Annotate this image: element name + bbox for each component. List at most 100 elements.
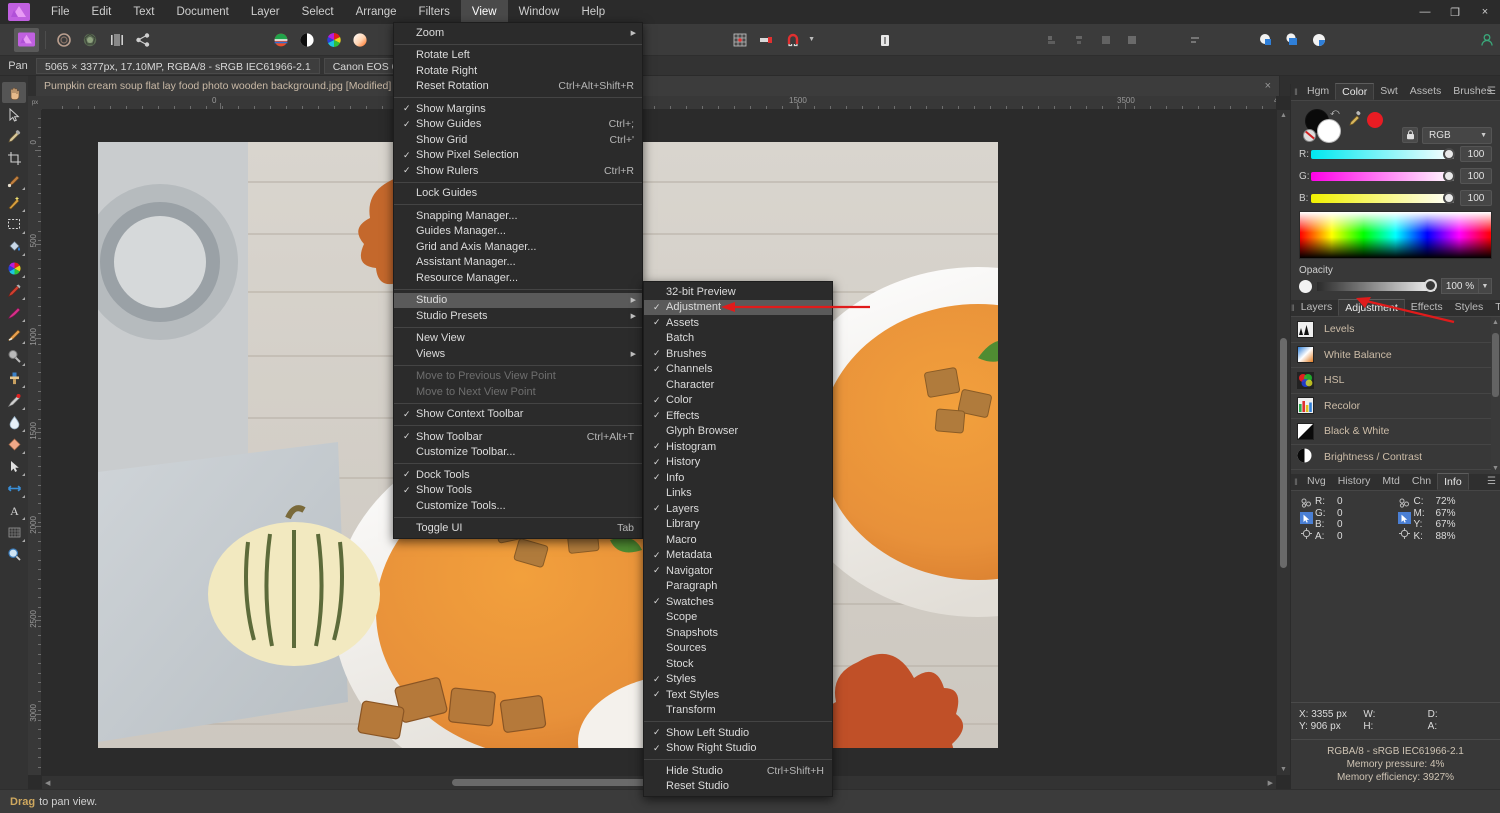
add-shape-icon[interactable] <box>1254 28 1278 52</box>
menu-text[interactable]: Text <box>122 0 165 24</box>
menu-item-reset-rotation[interactable]: Reset Rotation Ctrl+Alt+Shift+R <box>394 79 642 95</box>
panel-grip-icon-3[interactable]: ‖ <box>1291 474 1301 490</box>
target-icon-2[interactable] <box>1398 527 1411 539</box>
intersect-shape-icon[interactable] <box>1307 28 1331 52</box>
menu-item-resource-manager[interactable]: Resource Manager... <box>394 270 642 286</box>
paint-mixer-tool[interactable] <box>2 302 26 323</box>
menu-item-snapshots[interactable]: Snapshots <box>644 625 832 641</box>
dodge-brush-tool[interactable] <box>2 346 26 367</box>
magnet-snap-icon[interactable] <box>780 28 804 52</box>
menu-filters[interactable]: Filters <box>408 0 461 24</box>
channel-g-value[interactable]: 100 <box>1460 168 1492 184</box>
opacity-value[interactable]: 100 % <box>1441 278 1479 294</box>
tab-navigator[interactable]: Nvg <box>1301 473 1332 490</box>
adjustment-levels[interactable]: Levels <box>1291 317 1500 343</box>
channel-b-value[interactable]: 100 <box>1460 190 1492 206</box>
tab-color[interactable]: Color <box>1335 83 1375 100</box>
vertical-scroll-thumb[interactable] <box>1280 338 1287 568</box>
menu-item-effects[interactable]: ✓ Effects <box>644 408 832 424</box>
menu-item-show-tools[interactable]: ✓ Show Tools <box>394 483 642 499</box>
menu-item-adjustment[interactable]: ✓ Adjustment <box>644 299 832 315</box>
subtract-shape-icon[interactable] <box>1280 28 1304 52</box>
scroll-up-icon[interactable]: ▲ <box>1492 319 1499 326</box>
menu-item-guides-manager[interactable]: Guides Manager... <box>394 224 642 240</box>
menu-item-studio[interactable]: Studio ▶ <box>394 292 642 308</box>
menu-item-show-pixel-selection[interactable]: ✓ Show Pixel Selection <box>394 148 642 164</box>
menu-item-assistant-manager[interactable]: Assistant Manager... <box>394 255 642 271</box>
menu-item-swatches[interactable]: ✓ Swatches <box>644 594 832 610</box>
menu-item-brushes[interactable]: ✓ Brushes <box>644 346 832 362</box>
menu-item-text-styles[interactable]: ✓ Text Styles <box>644 687 832 703</box>
menu-item-scope[interactable]: Scope <box>644 610 832 626</box>
channel-g-slider[interactable] <box>1311 169 1455 182</box>
close-button[interactable]: × <box>1470 0 1500 24</box>
menu-item-character[interactable]: Character <box>644 377 832 393</box>
crop-tool[interactable] <box>2 148 26 169</box>
channel-r-slider[interactable] <box>1311 147 1455 160</box>
tab-metadata[interactable]: Mtd <box>1376 473 1406 490</box>
contrast-icon[interactable] <box>295 28 319 52</box>
erase-brush-tool[interactable] <box>2 324 26 345</box>
menu-item-dock-tools[interactable]: ✓ Dock Tools <box>394 467 642 483</box>
vertical-ruler[interactable]: 0500100015002000250030003500 <box>28 110 42 775</box>
no-color-swatch[interactable] <box>1303 129 1316 142</box>
vertical-scrollbar[interactable]: ▲ ▼ <box>1277 110 1290 775</box>
menu-item-show-grid[interactable]: Show Grid Ctrl+' <box>394 132 642 148</box>
sampler-icon-1[interactable] <box>1300 497 1313 509</box>
adjustment-recolor[interactable]: Recolor <box>1291 394 1500 419</box>
menu-item-show-left-studio[interactable]: ✓ Show Left Studio <box>644 725 832 741</box>
menu-item-toggle-ui[interactable]: Toggle UI Tab <box>394 521 642 537</box>
distribute-icon[interactable] <box>1184 28 1208 52</box>
tab-histogram[interactable]: Hgm <box>1301 83 1335 100</box>
menu-layer[interactable]: Layer <box>240 0 291 24</box>
tone-mapping-persona-icon[interactable] <box>105 28 129 52</box>
opacity-slider[interactable] <box>1317 278 1437 292</box>
view-dropdown-menu[interactable]: Zoom ▶ Rotate Left Rotate Right Reset Rotati… <box>393 22 643 539</box>
gradient-icon[interactable] <box>348 28 372 52</box>
menu-item-assets[interactable]: ✓ Assets <box>644 315 832 331</box>
grid-snap-icon[interactable] <box>728 28 752 52</box>
menu-item-hide-studio[interactable]: Hide Studio Ctrl+Shift+H <box>644 763 832 779</box>
marquee-tool[interactable] <box>2 214 26 235</box>
adjustment-hsl[interactable]: HSL <box>1291 368 1500 394</box>
liquify-persona-icon[interactable] <box>52 28 76 52</box>
tab-styles[interactable]: Styles <box>1449 299 1490 316</box>
menu-help[interactable]: Help <box>570 0 616 24</box>
panel-grip-icon[interactable]: ‖ <box>1291 84 1301 100</box>
menu-item-layers[interactable]: ✓ Layers <box>644 501 832 517</box>
tab-effects[interactable]: Effects <box>1405 299 1449 316</box>
info-panel-menu-icon[interactable]: ☰ <box>1487 476 1496 487</box>
menu-item-rotate-right[interactable]: Rotate Right <box>394 63 642 79</box>
menu-item-macro[interactable]: Macro <box>644 532 832 548</box>
minimize-button[interactable]: — <box>1410 0 1440 24</box>
node-tool[interactable] <box>2 456 26 477</box>
menu-item-sources[interactable]: Sources <box>644 641 832 657</box>
swap-colors-icon[interactable]: ⤺ <box>1330 107 1340 118</box>
menu-item-info[interactable]: ✓ Info <box>644 470 832 486</box>
artistic-text-tool[interactable]: A <box>2 500 26 521</box>
account-icon[interactable] <box>1474 28 1498 52</box>
menu-item-transform[interactable]: Transform <box>644 703 832 719</box>
color-mode-select[interactable]: RGB ▼ <box>1422 127 1492 144</box>
menu-item-paragraph[interactable]: Paragraph <box>644 579 832 595</box>
trash-icon[interactable] <box>873 28 897 52</box>
menu-item-show-right-studio[interactable]: ✓ Show Right Studio <box>644 741 832 757</box>
menu-item-show-margins[interactable]: ✓ Show Margins <box>394 101 642 117</box>
scroll-down-icon[interactable]: ▼ <box>1492 465 1499 472</box>
perspective-tool[interactable] <box>2 522 26 543</box>
menu-item-links[interactable]: Links <box>644 486 832 502</box>
tab-adjustment[interactable]: Adjustment <box>1338 299 1405 316</box>
cursor-sample-icon-1[interactable] <box>1299 512 1313 524</box>
menu-arrange[interactable]: Arrange <box>345 0 408 24</box>
menu-document[interactable]: Document <box>165 0 239 24</box>
menu-item-color[interactable]: ✓ Color <box>644 393 832 409</box>
color-spectrum[interactable] <box>1299 211 1492 259</box>
panel-menu-icon[interactable]: ☰ <box>1487 86 1496 97</box>
document-tab[interactable]: Pumpkin cream soup flat lay food photo w… <box>36 76 1280 96</box>
color-wheel-icon[interactable] <box>321 28 345 52</box>
align-left-icon[interactable] <box>1040 28 1064 52</box>
horizontal-ruler[interactable]: 0500100015003500400045005000550060006500 <box>42 96 1276 110</box>
sampler-icon-2[interactable] <box>1398 497 1411 509</box>
color-picker-tool[interactable] <box>2 126 26 147</box>
flood-select-tool[interactable] <box>2 192 26 213</box>
